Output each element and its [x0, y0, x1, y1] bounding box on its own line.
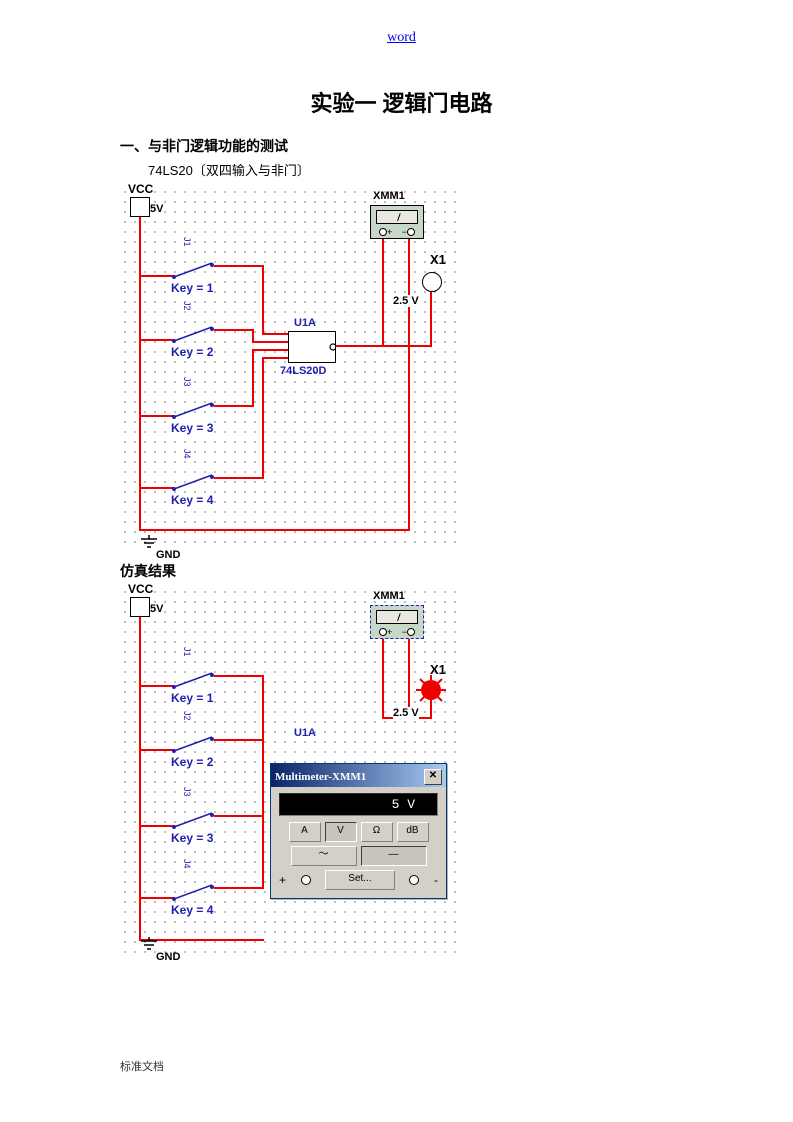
xmm-label: XMM1 [373, 190, 405, 202]
section-heading: 一、与非门逻辑功能的测试 [120, 136, 683, 156]
key-label-1: Key = 1 [170, 281, 214, 295]
ac-button[interactable]: 〜 [291, 846, 357, 866]
multimeter-window: Multimeter-XMM1 ✕ 5 V A V Ω dB 〜 — + Set… [270, 763, 447, 899]
vcc-value: 5V [150, 603, 163, 615]
j-label-1: J1 [182, 237, 192, 247]
gnd-icon [140, 937, 158, 951]
indicator-lamp-on [416, 675, 446, 705]
j-label-2: J2 [182, 301, 192, 311]
xmm-label: XMM1 [373, 590, 405, 602]
vcc-label: VCC [128, 182, 153, 196]
x1-voltage: 2.5 V [393, 707, 419, 719]
chip-desc: 74LS20〔双四输入与非门〕 [148, 160, 683, 179]
x1-voltage: 2.5 V [393, 295, 419, 307]
circuit-diagram-1: VCC 5V Key = 1 Key = 2 Key = 3 Key = 4 J… [120, 187, 460, 547]
key-label-4: Key = 4 [170, 903, 214, 917]
minus-terminal [409, 875, 419, 885]
j-label-3: J3 [182, 787, 192, 797]
mode-db-button[interactable]: dB [397, 822, 429, 842]
j-label-3: J3 [182, 377, 192, 387]
key-label-3: Key = 3 [170, 831, 214, 845]
close-button[interactable]: ✕ [424, 769, 442, 785]
vcc-label: VCC [128, 582, 153, 596]
key-label-2: Key = 2 [170, 345, 214, 359]
indicator-lamp [422, 272, 442, 292]
vcc-terminal [130, 197, 150, 217]
header-link-wrap: word [120, 30, 683, 46]
gnd-icon [140, 535, 158, 549]
key-label-1: Key = 1 [170, 691, 214, 705]
plus-terminal [301, 875, 311, 885]
key-label-4: Key = 4 [170, 493, 214, 507]
gnd-label: GND [156, 951, 180, 963]
dc-button[interactable]: — [361, 846, 427, 866]
ic-ref: U1A [294, 317, 316, 329]
mode-a-button[interactable]: A [289, 822, 321, 842]
multimeter-title: Multimeter-XMM1 [275, 771, 366, 783]
minus-label: - [434, 873, 438, 887]
page-title: 实验一 逻辑门电路 [120, 86, 683, 118]
set-button[interactable]: Set... [325, 870, 395, 890]
plus-label: + [279, 873, 286, 887]
mode-v-button[interactable]: V [325, 822, 357, 842]
j-label-4: J4 [182, 449, 192, 459]
j-label-1: J1 [182, 647, 192, 657]
multimeter-icon: +− [370, 605, 424, 639]
circuit-diagram-2: VCC 5V Key = 1 Key = 2 Key = 3 Key = 4 J… [120, 587, 460, 957]
ic-ref: U1A [294, 727, 316, 739]
multimeter-titlebar[interactable]: Multimeter-XMM1 ✕ [271, 764, 446, 787]
multimeter-display: 5 V [279, 793, 438, 816]
vcc-value: 5V [150, 203, 163, 215]
mode-ohm-button[interactable]: Ω [361, 822, 393, 842]
page-footer: 标准文档 [120, 1058, 164, 1074]
key-label-2: Key = 2 [170, 755, 214, 769]
x1-label: X1 [430, 252, 446, 267]
ic-part: 74LS20D [280, 365, 326, 377]
vcc-terminal [130, 597, 150, 617]
word-link[interactable]: word [387, 30, 416, 45]
j-label-2: J2 [182, 711, 192, 721]
j-label-4: J4 [182, 859, 192, 869]
ic-body [288, 331, 336, 363]
multimeter-icon: +− [370, 205, 424, 239]
sim-heading: 仿真结果 [120, 561, 683, 581]
gnd-label: GND [156, 549, 180, 561]
key-label-3: Key = 3 [170, 421, 214, 435]
